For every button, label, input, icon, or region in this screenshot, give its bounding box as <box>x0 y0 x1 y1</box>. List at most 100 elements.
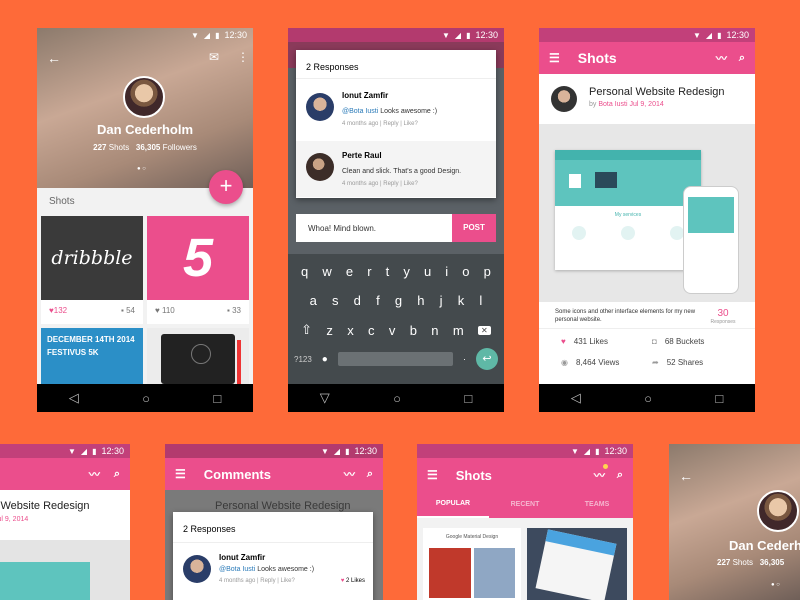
menu-icon[interactable]: ☰ <box>175 467 186 481</box>
tab-recent[interactable]: RECENT <box>489 492 561 518</box>
page-dots: ● ○ <box>137 166 146 172</box>
shot-card[interactable]: dribbble ♥132 ▪ 54 <box>41 216 143 324</box>
comment-mention[interactable]: @Bota Iusti <box>342 108 378 115</box>
more-vert-icon[interactable]: ⋮ <box>237 50 249 64</box>
home-nav-icon[interactable]: ○ <box>142 391 150 406</box>
menu-icon[interactable]: ☰ <box>427 468 438 482</box>
shot-preview-image[interactable] <box>0 540 130 600</box>
symbols-key[interactable]: ?123 <box>294 355 312 364</box>
key-u[interactable]: u <box>424 264 431 279</box>
shot-card[interactable]: 5 ♥ 110 ▪ 33 <box>147 216 249 324</box>
key-f[interactable]: f <box>376 293 380 308</box>
mic-key-icon[interactable]: ● <box>322 354 328 365</box>
back-arrow-icon[interactable]: ← <box>47 50 61 66</box>
home-nav-icon[interactable]: ○ <box>393 391 401 406</box>
shift-key-icon[interactable]: ⇧ <box>301 322 312 338</box>
back-nav-icon[interactable]: ◁ <box>69 390 79 406</box>
key-p[interactable]: p <box>484 264 491 279</box>
shares-value: 52 Shares <box>666 358 704 367</box>
recents-nav-icon[interactable]: □ <box>213 391 221 406</box>
comment-meta[interactable]: 4 months ago | Reply | Like? <box>342 121 488 127</box>
android-nav-bar: ◁ ○ □ <box>37 384 253 412</box>
comment-meta[interactable]: 4 months ago | Reply | Like? <box>219 578 295 584</box>
notification-dot <box>602 464 608 469</box>
key-x[interactable]: x <box>347 323 354 338</box>
key-k[interactable]: k <box>458 293 465 308</box>
key-q[interactable]: q <box>301 264 308 279</box>
key-a[interactable]: a <box>310 293 317 308</box>
space-bar[interactable] <box>337 352 453 366</box>
post-button[interactable]: POST <box>452 214 496 242</box>
dot-key[interactable]: · <box>463 354 466 364</box>
activity-icon[interactable]: 〰 <box>594 464 608 483</box>
key-w[interactable]: w <box>322 264 331 279</box>
recents-nav-icon[interactable]: □ <box>715 391 723 406</box>
key-g[interactable]: g <box>395 293 402 308</box>
shot-card[interactable] <box>527 528 627 600</box>
shot-stats: ♥132 ▪ 54 <box>41 300 143 321</box>
recents-nav-icon[interactable]: □ <box>464 391 472 406</box>
followers-label: Followers <box>162 143 197 152</box>
key-o[interactable]: o <box>462 264 469 279</box>
back-nav-icon[interactable]: ▽ <box>320 390 330 406</box>
comment-likes[interactable]: ♥ 2 Likes <box>341 578 365 584</box>
shares-stat[interactable]: ➦ 52 Shares <box>652 358 743 367</box>
backspace-key-icon[interactable]: ✕ <box>478 325 491 335</box>
like-count[interactable]: ♥ 110 <box>155 306 175 315</box>
comment-input[interactable] <box>296 214 452 242</box>
author-link[interactable]: Bota Iusti <box>598 101 627 108</box>
key-c[interactable]: c <box>368 323 375 338</box>
key-h[interactable]: h <box>417 293 424 308</box>
mail-icon[interactable]: ✉ <box>209 50 219 64</box>
key-i[interactable]: i <box>445 264 448 279</box>
like-count[interactable]: ♥132 <box>49 306 67 315</box>
shot-thumb-festivus[interactable]: DECEMBER 14TH 2014 FESTIVUS 5K <box>41 328 143 384</box>
likes-stat[interactable]: ♥ 431 Likes <box>561 337 652 346</box>
tab-popular[interactable]: POPULAR <box>417 492 489 518</box>
shot-preview-image[interactable]: My services <box>539 124 755 302</box>
key-m[interactable]: m <box>453 323 464 338</box>
activity-icon[interactable]: 〰 <box>89 466 100 482</box>
buckets-stat[interactable]: ◘ 68 Buckets <box>652 337 743 346</box>
home-nav-icon[interactable]: ○ <box>644 391 652 406</box>
comment-count: ▪ 33 <box>227 306 241 315</box>
key-d[interactable]: d <box>354 293 361 308</box>
key-l[interactable]: l <box>479 293 482 308</box>
author-avatar[interactable] <box>551 86 577 112</box>
key-r[interactable]: r <box>367 264 371 279</box>
key-v[interactable]: v <box>389 323 396 338</box>
activity-icon[interactable]: 〰 <box>716 50 727 66</box>
key-b[interactable]: b <box>410 323 417 338</box>
enter-key-icon[interactable]: ↩ <box>476 348 498 370</box>
search-icon[interactable]: ⌕ <box>739 52 745 65</box>
search-icon[interactable]: ⌕ <box>114 468 120 481</box>
keyboard-row-3: ⇧ zxcvbnm ✕ <box>288 308 504 338</box>
key-n[interactable]: n <box>431 323 438 338</box>
key-t[interactable]: t <box>386 264 390 279</box>
preview-desktop: My services <box>555 150 701 270</box>
key-e[interactable]: e <box>346 264 353 279</box>
key-s[interactable]: s <box>332 293 339 308</box>
responses-label: Responses <box>710 319 736 325</box>
key-y[interactable]: y <box>403 264 410 279</box>
key-j[interactable]: j <box>440 293 443 308</box>
comment-mention[interactable]: @Bota Iusti <box>219 566 255 573</box>
search-icon[interactable]: ⌕ <box>367 468 373 481</box>
likes-value: 431 Likes <box>573 337 608 346</box>
comment-author: Ionut Zamfir <box>342 91 389 100</box>
activity-icon[interactable]: 〰 <box>344 466 355 482</box>
comment-meta[interactable]: 4 months ago | Reply | Like? <box>342 181 488 187</box>
preview-topbar <box>555 150 701 160</box>
responses-counter[interactable]: 30 Responses <box>703 308 743 328</box>
shot-card-image <box>535 529 617 600</box>
preview-phone-screen <box>688 197 734 233</box>
key-z[interactable]: z <box>326 323 333 338</box>
back-nav-icon[interactable]: ◁ <box>571 390 581 406</box>
shot-card[interactable]: Google Material Design <box>423 528 521 600</box>
tab-teams[interactable]: TEAMS <box>561 492 633 518</box>
back-arrow-icon[interactable]: ← <box>679 468 693 484</box>
shot-thumb-notebook[interactable] <box>147 328 249 384</box>
menu-icon[interactable]: ☰ <box>549 51 560 65</box>
add-fab-button[interactable]: + <box>209 170 243 204</box>
search-icon[interactable]: ⌕ <box>617 469 623 482</box>
